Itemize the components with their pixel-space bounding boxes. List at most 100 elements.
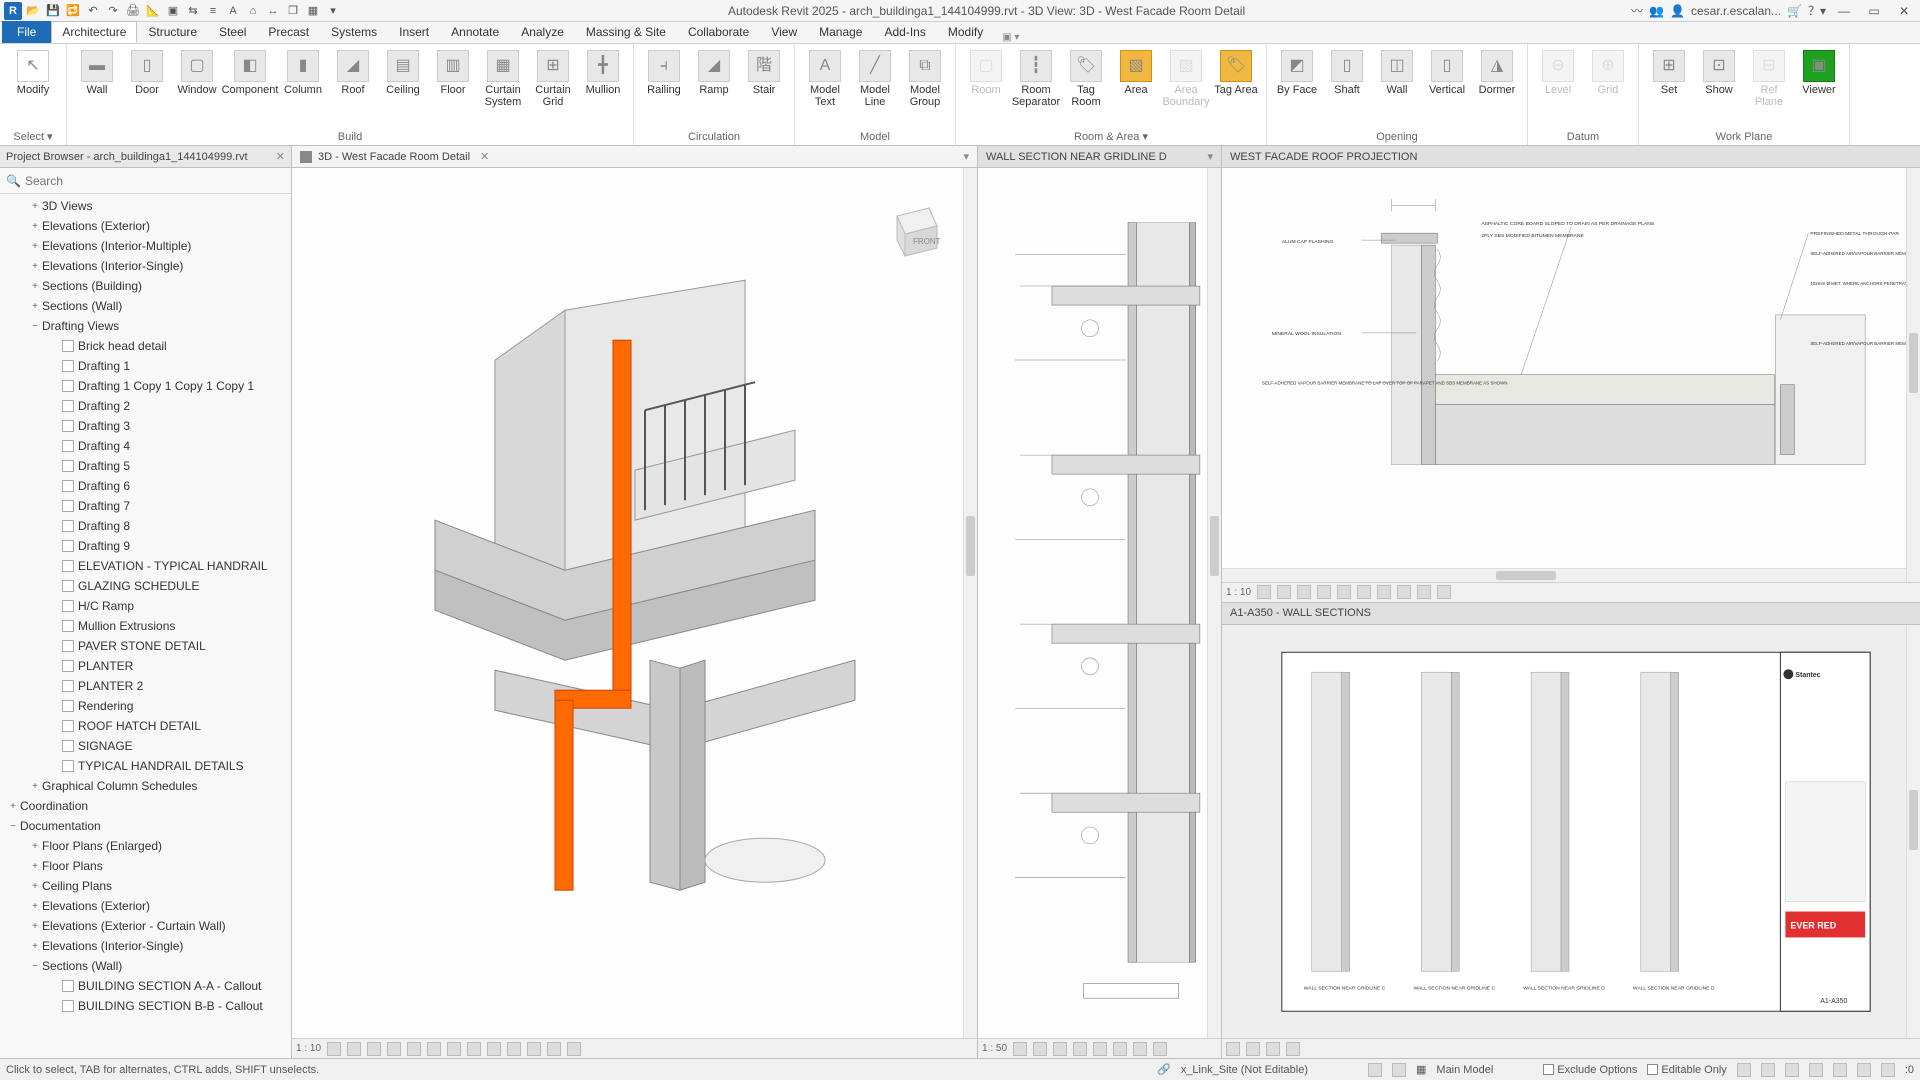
tree-node[interactable]: GLAZING SCHEDULE bbox=[0, 576, 291, 596]
expand-icon[interactable]: − bbox=[28, 961, 42, 972]
vc-icon[interactable] bbox=[347, 1042, 361, 1056]
vc-icon[interactable] bbox=[1073, 1042, 1087, 1056]
stair-tool[interactable]: 階Stair bbox=[740, 50, 788, 96]
viewsec-scroll-vert[interactable] bbox=[1207, 168, 1221, 1038]
status-workset[interactable]: Main Model bbox=[1436, 1064, 1493, 1076]
expand-icon[interactable]: − bbox=[6, 821, 20, 832]
tree-node[interactable]: +Elevations (Exterior - Curtain Wall) bbox=[0, 916, 291, 936]
vc-icon[interactable] bbox=[1013, 1042, 1027, 1056]
level-tool[interactable]: ⊖Level bbox=[1534, 50, 1582, 96]
project-browser-close-icon[interactable]: ✕ bbox=[276, 150, 285, 163]
vc-icon[interactable] bbox=[1133, 1042, 1147, 1056]
view-tab-section-drop-icon[interactable]: ▾ bbox=[1207, 150, 1213, 163]
tab-addins[interactable]: Add-Ins bbox=[873, 21, 936, 43]
model-text-tool[interactable]: AModel Text bbox=[801, 50, 849, 108]
expand-icon[interactable]: + bbox=[28, 941, 42, 952]
tab-steel[interactable]: Steel bbox=[208, 21, 257, 43]
vc-icon[interactable] bbox=[387, 1042, 401, 1056]
home-icon[interactable]: ⌂ bbox=[244, 2, 262, 20]
tab-structure[interactable]: Structure bbox=[137, 21, 208, 43]
view-cube[interactable]: FRONT bbox=[877, 198, 947, 268]
vc-icon[interactable] bbox=[447, 1042, 461, 1056]
vc-icon[interactable] bbox=[1153, 1042, 1167, 1056]
keytip-icon[interactable]: 〰 bbox=[1631, 2, 1643, 19]
vc-icon[interactable] bbox=[487, 1042, 501, 1056]
measure-icon[interactable]: 📐 bbox=[144, 2, 162, 20]
vc-icon[interactable] bbox=[1437, 585, 1451, 599]
curtain-system-tool[interactable]: ▦Curtain System bbox=[479, 50, 527, 108]
curtain-grid-tool[interactable]: ⊞Curtain Grid bbox=[529, 50, 577, 108]
tree-node[interactable]: Drafting 4 bbox=[0, 436, 291, 456]
group-label-room-area[interactable]: Room & Area ▾ bbox=[962, 128, 1260, 145]
revit-app-icon[interactable]: R bbox=[4, 2, 22, 20]
area-boundary-tool[interactable]: ▨Area Boundary bbox=[1162, 50, 1210, 108]
user-icon[interactable]: 👤 bbox=[1670, 4, 1685, 18]
tree-node[interactable]: TYPICAL HANDRAIL DETAILS bbox=[0, 756, 291, 776]
text-icon[interactable]: A bbox=[224, 2, 242, 20]
ribbon-collapse-icon[interactable]: ▣ ▾ bbox=[1002, 32, 1019, 43]
expand-icon[interactable]: + bbox=[28, 221, 42, 232]
expand-icon[interactable]: + bbox=[28, 901, 42, 912]
tab-file[interactable]: File bbox=[2, 21, 51, 43]
tree-node[interactable]: +Floor Plans bbox=[0, 856, 291, 876]
tag-area-tool[interactable]: 🏷Tag Area bbox=[1212, 50, 1260, 96]
tree-node[interactable]: +Floor Plans (Enlarged) bbox=[0, 836, 291, 856]
vc-icon[interactable] bbox=[1257, 585, 1271, 599]
tree-node[interactable]: Drafting 8 bbox=[0, 516, 291, 536]
modify-tool[interactable]: ↖Modify bbox=[6, 50, 60, 96]
expand-icon[interactable]: + bbox=[28, 881, 42, 892]
tab-annotate[interactable]: Annotate bbox=[440, 21, 510, 43]
tree-node[interactable]: Drafting 9 bbox=[0, 536, 291, 556]
tree-node[interactable]: PLANTER 2 bbox=[0, 676, 291, 696]
viewsheet-scroll-vert[interactable] bbox=[1906, 625, 1920, 1039]
vc-icon[interactable] bbox=[507, 1042, 521, 1056]
ramp-tool[interactable]: ◢Ramp bbox=[690, 50, 738, 96]
viewer-tool[interactable]: ▣Viewer bbox=[1795, 50, 1843, 96]
tree-node[interactable]: Rendering bbox=[0, 696, 291, 716]
tree-node[interactable]: +Ceiling Plans bbox=[0, 876, 291, 896]
tree-node[interactable]: −Documentation bbox=[0, 816, 291, 836]
status-icon[interactable] bbox=[1761, 1063, 1775, 1077]
shaft-tool[interactable]: ▯Shaft bbox=[1323, 50, 1371, 96]
tree-node[interactable]: BUILDING SECTION B-B - Callout bbox=[0, 996, 291, 1016]
vc-icon[interactable] bbox=[1417, 585, 1431, 599]
view-section-canvas[interactable] bbox=[978, 168, 1221, 1038]
tree-node[interactable]: PLANTER bbox=[0, 656, 291, 676]
project-browser-tree[interactable]: +3D Views+Elevations (Exterior)+Elevatio… bbox=[0, 194, 291, 1058]
vc-icon[interactable] bbox=[1033, 1042, 1047, 1056]
status-icon[interactable] bbox=[1368, 1063, 1382, 1077]
refplane-tool[interactable]: ⊟Ref Plane bbox=[1745, 50, 1793, 108]
model-group-tool[interactable]: ⧉Model Group bbox=[901, 50, 949, 108]
viewroof-scroll-horiz[interactable] bbox=[1222, 568, 1906, 582]
restore-button[interactable]: ▭ bbox=[1862, 3, 1886, 19]
vc-icon[interactable] bbox=[427, 1042, 441, 1056]
view-tab-3d-close-icon[interactable]: ✕ bbox=[480, 150, 489, 163]
vc-icon[interactable] bbox=[567, 1042, 581, 1056]
floor-tool[interactable]: ▥Floor bbox=[429, 50, 477, 96]
tree-node[interactable]: +Coordination bbox=[0, 796, 291, 816]
status-icon[interactable] bbox=[1809, 1063, 1823, 1077]
close-button[interactable]: ✕ bbox=[1892, 3, 1916, 19]
sync-icon[interactable]: 🔁 bbox=[64, 2, 82, 20]
view-tab-roof[interactable]: WEST FACADE ROOF PROJECTION bbox=[1222, 146, 1920, 168]
thin-lines-icon[interactable]: ≡ bbox=[204, 2, 222, 20]
tile-icon[interactable]: ▦ bbox=[304, 2, 322, 20]
view3d-scale[interactable]: 1 : 10 bbox=[296, 1043, 321, 1054]
viewsec-scale[interactable]: 1 : 50 bbox=[982, 1043, 1007, 1054]
tab-view[interactable]: View bbox=[760, 21, 808, 43]
collab-icon[interactable]: 👥 bbox=[1649, 4, 1664, 18]
status-icon[interactable] bbox=[1857, 1063, 1871, 1077]
tree-node[interactable]: ELEVATION - TYPICAL HANDRAIL bbox=[0, 556, 291, 576]
by-face-tool[interactable]: ◩By Face bbox=[1273, 50, 1321, 96]
vc-icon[interactable] bbox=[1246, 1042, 1260, 1056]
expand-icon[interactable]: + bbox=[6, 801, 20, 812]
vc-icon[interactable] bbox=[1266, 1042, 1280, 1056]
addin-icon[interactable]: ▾ bbox=[324, 2, 342, 20]
user-name[interactable]: cesar.r.escalan... bbox=[1691, 4, 1781, 18]
tree-node[interactable]: PAVER STONE DETAIL bbox=[0, 636, 291, 656]
viewroof-scale[interactable]: 1 : 10 bbox=[1226, 587, 1251, 598]
grid-tool[interactable]: ⊕Grid bbox=[1584, 50, 1632, 96]
tag-room-tool[interactable]: 🏷Tag Room bbox=[1062, 50, 1110, 108]
area-tool[interactable]: ▧Area bbox=[1112, 50, 1160, 96]
tab-collaborate[interactable]: Collaborate bbox=[677, 21, 760, 43]
